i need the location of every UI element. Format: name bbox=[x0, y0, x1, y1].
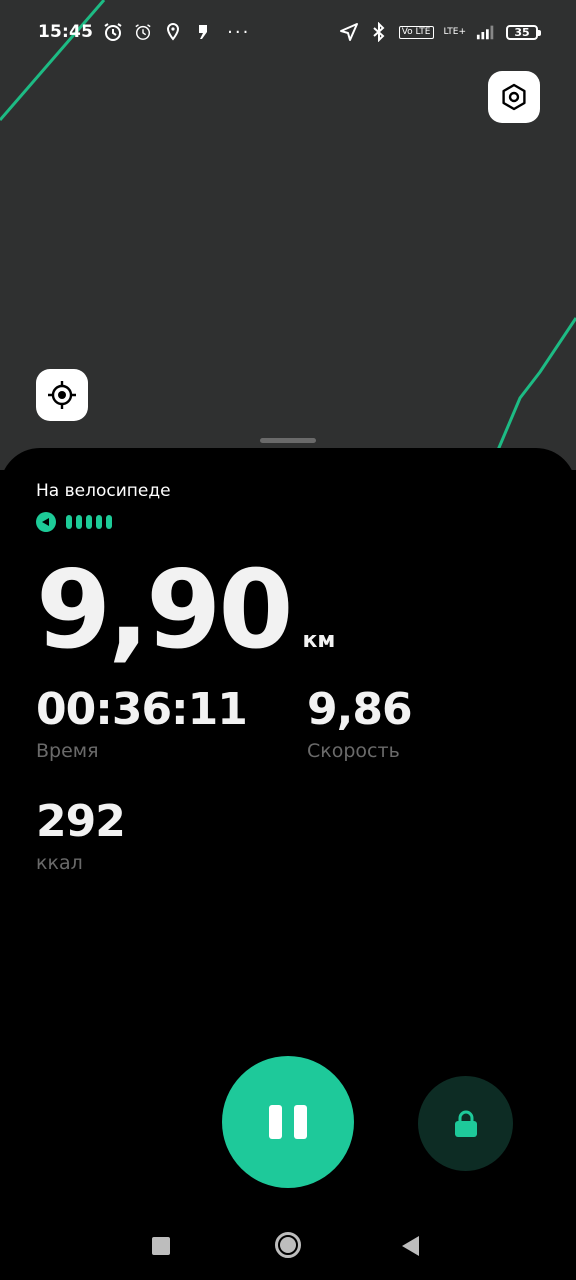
home-button[interactable] bbox=[275, 1232, 301, 1258]
navigation-arrow-icon bbox=[339, 22, 359, 42]
bluetooth-icon bbox=[369, 22, 389, 42]
sheet-drag-handle[interactable] bbox=[260, 438, 316, 443]
back-button[interactable] bbox=[402, 1236, 419, 1256]
recent-apps-button[interactable] bbox=[152, 1237, 170, 1255]
metric-speed: 9,86 Скорость bbox=[307, 684, 413, 763]
crosshair-locate-icon bbox=[48, 381, 76, 409]
locate-me-button[interactable] bbox=[36, 369, 88, 421]
pause-button[interactable] bbox=[222, 1056, 354, 1188]
lock-icon bbox=[454, 1110, 477, 1137]
kcal-value: 292 bbox=[36, 796, 126, 847]
system-nav-bar bbox=[0, 1212, 576, 1280]
gps-arrow-icon bbox=[36, 512, 56, 532]
speed-label: Скорость bbox=[307, 740, 400, 763]
status-time: 15:45 bbox=[38, 22, 94, 42]
activity-type: На велосипеде bbox=[36, 481, 171, 501]
status-bar: 15:45 ··· Vo LTE LTE+ 35 bbox=[0, 0, 576, 64]
map-settings-button[interactable] bbox=[488, 71, 540, 123]
volte-icon: Vo LTE bbox=[398, 25, 434, 39]
gps-bar bbox=[66, 515, 72, 529]
battery-level: 35 bbox=[514, 25, 530, 39]
kcal-label: ккал bbox=[36, 852, 83, 875]
battery-icon: 35 bbox=[506, 24, 541, 40]
signal-icon bbox=[476, 22, 496, 42]
pause-icon bbox=[269, 1105, 282, 1139]
time-value: 00:36:11 bbox=[36, 684, 248, 735]
gps-signal-indicator bbox=[36, 512, 112, 532]
hex-settings-icon bbox=[502, 83, 526, 111]
gps-bar bbox=[96, 515, 102, 529]
distance-value: 9,90 bbox=[36, 548, 293, 673]
distance-unit: км bbox=[302, 628, 336, 653]
speed-value: 9,86 bbox=[307, 684, 413, 735]
metric-time: 00:36:11 Время bbox=[36, 684, 248, 763]
notification-app-icon bbox=[193, 22, 213, 42]
more-notifications-icon: ··· bbox=[227, 21, 251, 43]
pause-icon bbox=[294, 1105, 307, 1139]
gps-bar bbox=[76, 515, 82, 529]
distance-display: 9,90 км bbox=[36, 548, 336, 673]
time-label: Время bbox=[36, 740, 99, 763]
home-icon bbox=[280, 1237, 296, 1253]
alarm-outline-icon bbox=[133, 22, 153, 42]
gps-bar bbox=[86, 515, 92, 529]
lte-label: LTE+ bbox=[443, 27, 467, 37]
lock-screen-button[interactable] bbox=[418, 1076, 513, 1171]
location-pin-icon bbox=[163, 22, 183, 42]
gps-bar bbox=[106, 515, 112, 529]
metric-calories: 292 ккал bbox=[36, 796, 126, 875]
alarm-icon bbox=[103, 22, 123, 42]
